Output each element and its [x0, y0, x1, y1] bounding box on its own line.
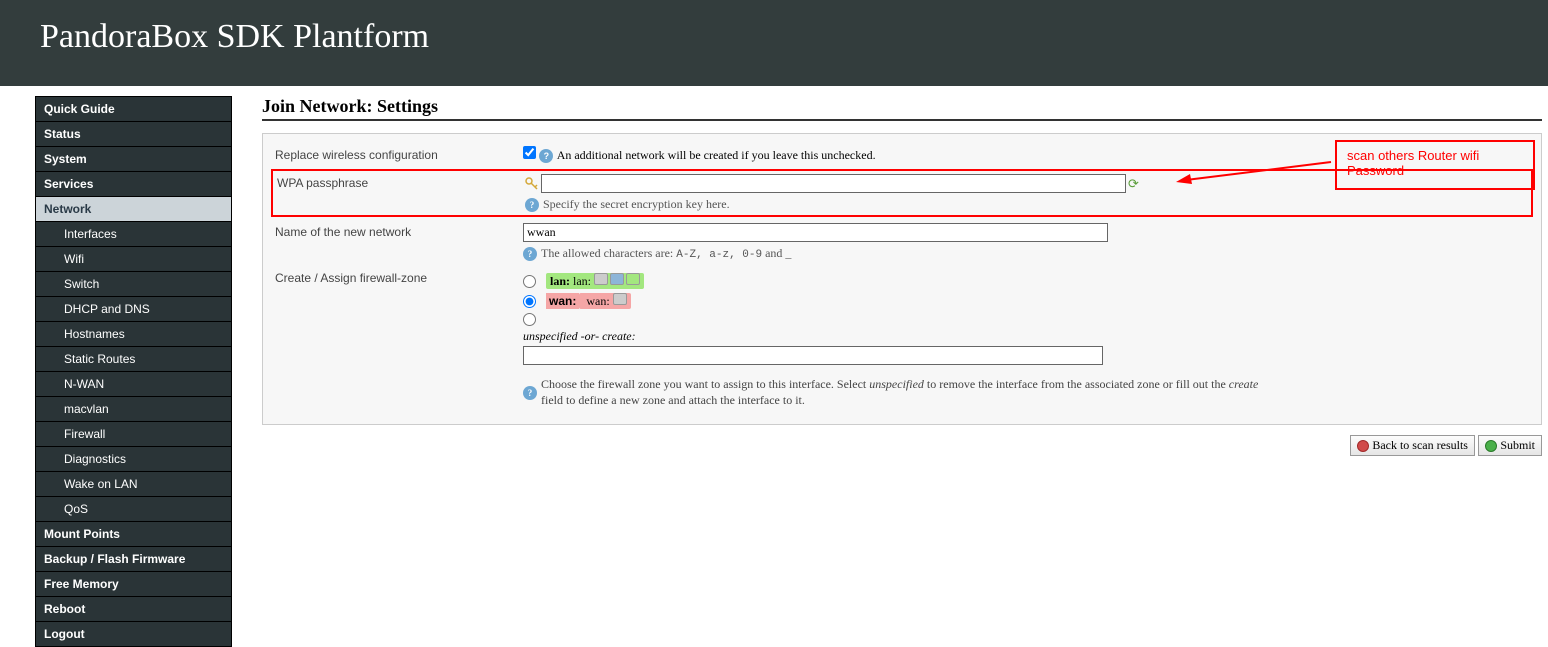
- zone-lan-suffix: lan:: [570, 274, 594, 288]
- sidebar-item-reboot[interactable]: Reboot: [36, 597, 231, 621]
- row-firewall-zone: Create / Assign firewall-zone lan: lan: …: [275, 265, 1529, 412]
- radio-zone-unspecified[interactable]: [523, 313, 536, 326]
- form-panel: scan others Router wifi Password Replace…: [262, 133, 1542, 425]
- passphrase-input[interactable]: [541, 174, 1126, 193]
- sidebar: Quick GuideStatusSystemServicesNetworkIn…: [35, 96, 232, 647]
- label-firewall-zone: Create / Assign firewall-zone: [275, 269, 523, 285]
- sidebar-item-quick-guide[interactable]: Quick Guide: [36, 97, 231, 121]
- back-button-label: Back to scan results: [1372, 438, 1468, 453]
- info-icon: ?: [539, 149, 553, 163]
- annotation-text: scan others Router wifi Password: [1347, 148, 1479, 178]
- zone-hint-1: Choose the firewall zone you want to ass…: [541, 377, 869, 391]
- info-icon: ?: [523, 386, 537, 400]
- info-icon: ?: [523, 247, 537, 261]
- interface-icon: [594, 273, 608, 285]
- sidebar-item-system[interactable]: System: [36, 147, 231, 171]
- section-title: Join Network: Settings: [262, 96, 1542, 121]
- radio-zone-lan[interactable]: [523, 275, 536, 288]
- sidebar-item-hostnames[interactable]: Hostnames: [36, 322, 231, 346]
- sidebar-item-free-memory[interactable]: Free Memory: [36, 572, 231, 596]
- sidebar-item-static-routes[interactable]: Static Routes: [36, 347, 231, 371]
- interface-icon: [613, 293, 627, 305]
- sidebar-item-macvlan[interactable]: macvlan: [36, 397, 231, 421]
- page-header: PandoraBox SDK Plantform: [0, 0, 1548, 86]
- annotation-arrow: [1176, 160, 1336, 190]
- sidebar-item-services[interactable]: Services: [36, 172, 231, 196]
- interface-icon: [610, 273, 624, 285]
- network-name-input[interactable]: [523, 223, 1108, 242]
- key-icon: [525, 177, 539, 191]
- button-bar: Back to scan results Submit: [262, 435, 1542, 456]
- hint-replace: An additional network will be created if…: [557, 148, 876, 162]
- sidebar-item-dhcp-and-dns[interactable]: DHCP and DNS: [36, 297, 231, 321]
- sidebar-item-interfaces[interactable]: Interfaces: [36, 222, 231, 246]
- unspecified-label: unspecified -or- create:: [523, 329, 636, 343]
- ok-icon: [1485, 440, 1497, 452]
- hint-name-code: A-Z, a-z, 0-9: [676, 249, 762, 261]
- zone-hint-3: field to define a new zone and attach th…: [541, 393, 805, 407]
- annotation-callout: scan others Router wifi Password: [1335, 140, 1535, 190]
- checkbox-replace[interactable]: [523, 146, 536, 159]
- zone-wan-suffix: wan:: [583, 294, 612, 308]
- hint-name-prefix: The allowed characters are:: [541, 246, 676, 260]
- sidebar-item-network[interactable]: Network: [36, 197, 231, 221]
- interface-icon: [626, 273, 640, 285]
- submit-button-label: Submit: [1500, 438, 1535, 453]
- sidebar-item-backup-flash-firmware[interactable]: Backup / Flash Firmware: [36, 547, 231, 571]
- sidebar-item-switch[interactable]: Switch: [36, 272, 231, 296]
- back-button[interactable]: Back to scan results: [1350, 435, 1475, 456]
- hint-passphrase: Specify the secret encryption key here.: [543, 197, 730, 212]
- sidebar-item-firewall[interactable]: Firewall: [36, 422, 231, 446]
- radio-zone-wan[interactable]: [523, 295, 536, 308]
- sidebar-item-status[interactable]: Status: [36, 122, 231, 146]
- sidebar-item-n-wan[interactable]: N-WAN: [36, 372, 231, 396]
- label-passphrase: WPA passphrase: [277, 174, 525, 190]
- create-zone-input[interactable]: [523, 346, 1103, 365]
- sidebar-item-mount-points[interactable]: Mount Points: [36, 522, 231, 546]
- submit-button[interactable]: Submit: [1478, 435, 1542, 456]
- zone-hint-em1: unspecified: [869, 377, 924, 391]
- label-replace: Replace wireless configuration: [275, 146, 523, 162]
- label-network-name: Name of the new network: [275, 223, 523, 239]
- sidebar-item-logout[interactable]: Logout: [36, 622, 231, 646]
- sidebar-item-wake-on-lan[interactable]: Wake on LAN: [36, 472, 231, 496]
- sidebar-item-qos[interactable]: QoS: [36, 497, 231, 521]
- row-network-name: Name of the new network ? The allowed ch…: [275, 219, 1529, 265]
- zone-lan-name: lan:: [550, 274, 570, 288]
- sidebar-item-diagnostics[interactable]: Diagnostics: [36, 447, 231, 471]
- page-title-header: PandoraBox SDK Plantform: [40, 18, 1508, 56]
- info-icon: ?: [525, 198, 539, 212]
- cancel-icon: [1357, 440, 1369, 452]
- reveal-icon[interactable]: ⟳: [1128, 176, 1139, 192]
- sidebar-item-wifi[interactable]: Wifi: [36, 247, 231, 271]
- hint-name-suffix: and _: [762, 246, 791, 260]
- zone-hint-em2: create: [1229, 377, 1259, 391]
- main-content: Join Network: Settings scan others Route…: [232, 96, 1548, 647]
- zone-hint-2: to remove the interface from the associa…: [924, 377, 1229, 391]
- zone-wan-name: wan:: [546, 293, 579, 309]
